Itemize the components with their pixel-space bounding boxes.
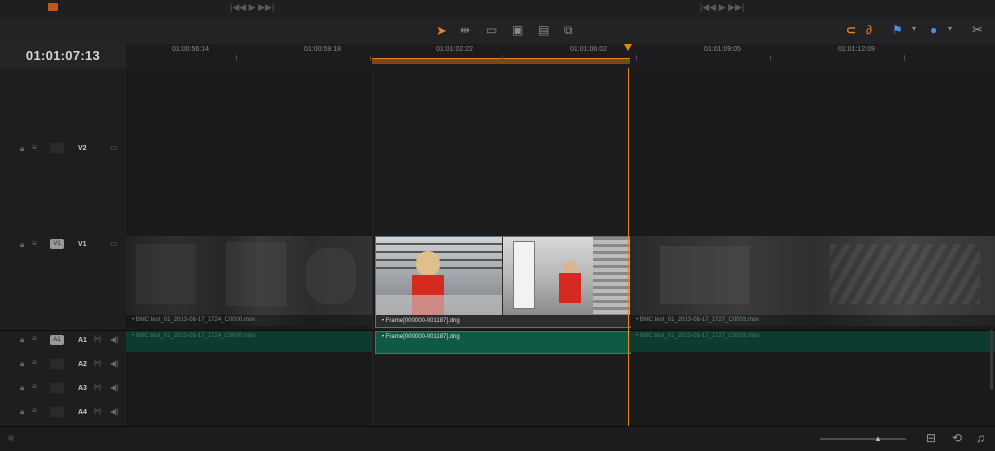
zoom-slider-handle[interactable]: ▲ (874, 434, 882, 443)
flag-icon[interactable]: ⚑ (892, 23, 903, 37)
auto-select-icon[interactable]: ≡ (32, 239, 37, 248)
ruler-label: 01:00:56:14 (172, 46, 209, 53)
playhead-handle[interactable] (624, 44, 632, 51)
mute-icon[interactable]: ◀︎) (110, 359, 119, 368)
track-header-a2[interactable]: 🔒︎ ≡ A2 (•) ◀︎) (0, 358, 126, 372)
auto-select-icon[interactable]: ≡ (32, 358, 37, 367)
lock-icon[interactable]: 🔒︎ (20, 240, 24, 250)
track-name: A3 (78, 385, 87, 392)
record-icon[interactable] (48, 3, 58, 11)
audio-icon[interactable]: ♫ (976, 431, 985, 445)
track-dest-badge[interactable] (50, 143, 64, 153)
trim-icon[interactable]: ⇹ (460, 23, 470, 37)
lock-icon[interactable]: 🔒︎ (20, 335, 24, 345)
track-header-v2[interactable]: 🔒︎ ≡ V2 ▭ (0, 140, 126, 160)
track-dest-badge[interactable]: V1 (50, 239, 64, 249)
disable-video-icon[interactable]: ▭ (110, 239, 118, 248)
audio-clip-left[interactable]: • BMC test_01_2013-06-17_1724_C0000.mov (126, 331, 372, 352)
insert-icon[interactable]: ▣ (512, 23, 523, 37)
select-icon[interactable]: ➤ (436, 23, 447, 39)
clip-label: • BMC test_01_2013-06-17_1727_C0003.mov (630, 315, 995, 326)
track-header-a3[interactable]: 🔒︎ ≡ A3 (•) ◀︎) (0, 382, 126, 396)
video-clip-right[interactable]: • BMC test_01_2013-06-17_1727_C0003.mov (630, 236, 995, 326)
marker-icon[interactable]: ● (930, 23, 937, 37)
ruler-label: 01:01:12:09 (838, 46, 875, 53)
blade-icon[interactable]: ▭ (486, 23, 497, 37)
in-out-range[interactable] (372, 58, 630, 64)
track-name: V1 (78, 241, 87, 248)
track-dest-badge[interactable] (50, 383, 64, 393)
clip-label: • BMC test_01_2013-06-17_1727_C0003.mov (636, 333, 760, 339)
flag-dropdown-icon[interactable]: ▾ (912, 24, 916, 33)
clip-thumbnail (376, 237, 502, 315)
auto-select-icon[interactable]: ≡ (32, 406, 37, 415)
track-dest-badge[interactable] (50, 359, 64, 369)
replace-icon[interactable]: ⧉ (564, 23, 573, 38)
settings-icon[interactable]: ✂ (972, 22, 983, 38)
transport-controls-left[interactable]: |◀◀ ▶ ▶▶| (230, 2, 274, 13)
history-icon[interactable]: ⟲ (952, 431, 962, 445)
track-name: A4 (78, 409, 87, 416)
detail-icon[interactable]: ⊟ (926, 431, 936, 445)
auto-select-icon[interactable]: ≡ (32, 334, 37, 343)
lock-icon[interactable]: 🔒︎ (20, 383, 24, 393)
lock-icon[interactable]: 🔒︎ (20, 144, 24, 154)
video-clip-selected[interactable]: • Frame[000000-001187].dng (375, 236, 631, 328)
audio-clip-right[interactable]: • BMC test_01_2013-06-17_1727_C0003.mov (630, 331, 995, 352)
status-dot (8, 435, 14, 441)
auto-select-icon[interactable]: ≡ (32, 143, 37, 152)
track-name: V2 (78, 145, 87, 152)
mute-icon[interactable]: ◀︎) (110, 407, 119, 416)
lock-icon[interactable]: 🔒︎ (20, 407, 24, 417)
track-headers: 🔒︎ ≡ V2 ▭ 🔒︎ ≡ V1 V1 ▭ 🔒︎ ≡ A1 A1 (•) ◀︎… (0, 68, 127, 426)
track-dest-badge[interactable] (50, 407, 64, 417)
marker-dropdown-icon[interactable]: ▾ (948, 24, 952, 33)
solo-icon[interactable]: (•) (94, 360, 101, 367)
timeline-bottom-bar: ▲ ⊟ ⟲ ♫ (0, 426, 995, 451)
track-name: A2 (78, 361, 87, 368)
clip-label: • Frame[000000-001187].dng (382, 334, 460, 340)
mute-icon[interactable]: ◀︎) (110, 335, 119, 344)
track-dest-badge[interactable]: A1 (50, 335, 64, 345)
lock-icon[interactable]: 🔒︎ (20, 359, 24, 369)
track-header-a1[interactable]: 🔒︎ ≡ A1 A1 (•) ◀︎) (0, 334, 126, 348)
clip-label: • Frame[000000-001187].dng (376, 316, 630, 327)
ruler-label: 01:01:02:22 (436, 46, 473, 53)
snap-icon[interactable]: ⊂ (846, 23, 856, 37)
track-name: A1 (78, 337, 87, 344)
top-strip: |◀◀ ▶ ▶▶| |◀◀ ▶ ▶▶| (0, 0, 995, 19)
timecode-display[interactable]: 01:01:07:13 (0, 44, 126, 68)
solo-icon[interactable]: (•) (94, 336, 101, 343)
transport-controls-right[interactable]: |◀◀ ▶ ▶▶| (700, 2, 744, 13)
audio-clip-selected[interactable]: • Frame[000000-001187].dng (375, 331, 631, 354)
link-icon[interactable]: ∂ (866, 23, 872, 37)
ruler-label: 01:01:09:05 (704, 46, 741, 53)
vertical-scrollbar[interactable] (990, 330, 993, 390)
playhead[interactable] (628, 68, 629, 426)
timeline-tracks[interactable]: • BMC test_01_2013-06-17_1724_C0000.mov … (126, 68, 995, 430)
track-header-a4[interactable]: 🔒︎ ≡ A4 (•) ◀︎) (0, 406, 126, 420)
disable-video-icon[interactable]: ▭ (110, 143, 118, 152)
ruler-label: 01:01:06:02 (570, 46, 607, 53)
track-header-v1[interactable]: 🔒︎ ≡ V1 V1 ▭ (0, 236, 126, 256)
mute-icon[interactable]: ◀︎) (110, 383, 119, 392)
edit-toolbar: ➤ ⇹ ▭ ▣ ▤ ⧉ ⊂ ∂ ⚑ ▾ ● ▾ ✂ (0, 18, 995, 45)
auto-select-icon[interactable]: ≡ (32, 382, 37, 391)
solo-icon[interactable]: (•) (94, 408, 101, 415)
video-clip-left[interactable]: • BMC test_01_2013-06-17_1724_C0000.mov (126, 236, 372, 326)
clip-thumbnail (503, 237, 630, 315)
clip-label: • BMC test_01_2013-06-17_1724_C0000.mov (126, 315, 372, 326)
zoom-slider[interactable] (820, 438, 906, 440)
solo-icon[interactable]: (•) (94, 384, 101, 391)
ruler-label: 01:00:59:18 (304, 46, 341, 53)
timeline-ruler[interactable]: 01:00:56:14 01:00:59:18 01:01:02:22 01:0… (126, 44, 995, 69)
clip-label: • BMC test_01_2013-06-17_1724_C0000.mov (132, 333, 256, 339)
overwrite-icon[interactable]: ▤ (538, 23, 549, 37)
